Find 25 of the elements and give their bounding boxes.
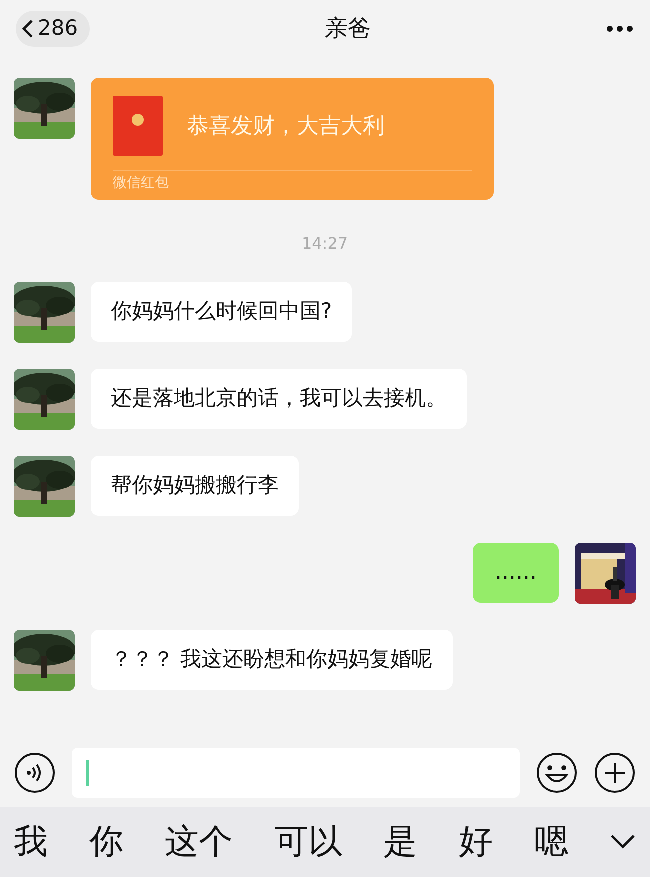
candidate-word[interactable]: 好 <box>459 816 494 868</box>
candidate-word[interactable]: 嗯 <box>534 816 569 868</box>
back-icon <box>22 19 34 39</box>
candidate-word[interactable]: 是 <box>384 816 418 868</box>
message-bubble: …… <box>473 543 559 602</box>
expand-icon[interactable] <box>610 834 636 850</box>
candidate-word[interactable]: 这个 <box>164 816 233 868</box>
plus-icon[interactable] <box>594 752 636 794</box>
message-bubble: 帮你妈妈搬搬行李 <box>91 456 299 516</box>
message-input-field[interactable] <box>72 748 520 798</box>
message-bubble: 你妈妈什么时候回中国? <box>91 282 352 342</box>
timestamp: 14:27 <box>302 233 348 255</box>
candidate-word[interactable]: 可以 <box>274 816 342 868</box>
back-button[interactable]: 286 <box>16 11 90 47</box>
more-icon[interactable] <box>606 25 634 33</box>
candidate-word[interactable]: 你 <box>89 816 124 868</box>
message-bubble: 还是落地北京的话，我可以去接机。 <box>91 369 467 428</box>
message-bubble: ？？？ 我这还盼想和你妈妈复婚呢 <box>91 630 453 690</box>
voice-icon[interactable] <box>14 752 56 794</box>
chat-title: 亲爸 <box>325 14 372 44</box>
packet-greeting: 恭喜发财，大吉大利 <box>187 112 385 140</box>
emoji-icon[interactable] <box>536 752 578 794</box>
candidate-word[interactable]: 我 <box>14 816 48 868</box>
packet-label: 微信红包 <box>113 175 169 191</box>
envelope-icon <box>113 96 163 156</box>
